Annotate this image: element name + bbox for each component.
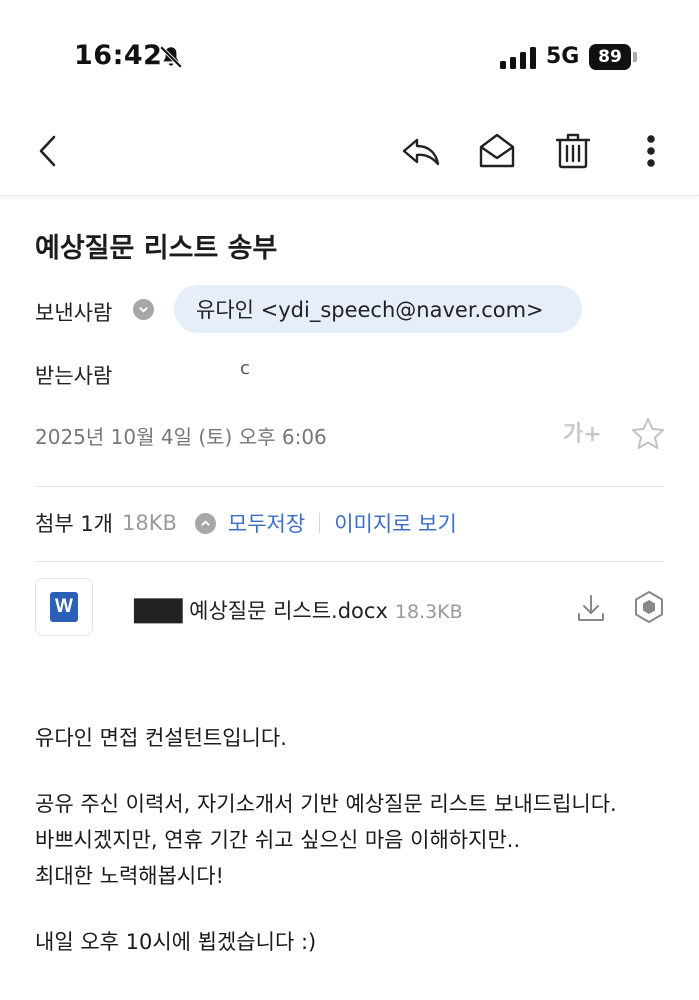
signal-icon — [500, 47, 536, 69]
attachment-file[interactable]: W ███ 예상질문 리스트.docx 18.3KB — [35, 578, 665, 638]
recipient-value[interactable]: c — [240, 358, 250, 379]
body-line: 유다인 면접 컨설턴트입니다. — [35, 726, 287, 750]
sender-chip[interactable]: 유다인 <ydi_speech@naver.com> — [174, 285, 582, 333]
attachment-file-size: 18.3KB — [394, 601, 463, 623]
view-as-image-link[interactable]: 이미지로 보기 — [334, 508, 457, 538]
download-button[interactable] — [575, 592, 607, 624]
mark-unread-button[interactable] — [474, 128, 520, 174]
divider — [35, 561, 664, 562]
body-line: 내일 오후 10시에 뵙겠습니다 :) — [35, 930, 317, 954]
body-line: 바쁘시겠지만, 연휴 기간 쉬고 싶으신 마음 이해하지만.. — [35, 828, 521, 852]
attachment-total-size: 18KB — [122, 511, 177, 535]
cloud-save-button[interactable] — [632, 590, 666, 624]
back-icon — [39, 135, 56, 167]
mail-body: 유다인 면접 컨설턴트입니다. 공유 주신 이력서, 자기소개서 기반 예상질문… — [35, 720, 675, 960]
word-file-icon: W — [35, 578, 93, 636]
back-button[interactable] — [26, 128, 72, 174]
mail-subject: 예상질문 리스트 송부 — [35, 233, 278, 264]
network-type: 5G — [546, 44, 580, 69]
download-icon — [578, 595, 604, 621]
body-line: 공유 주신 이력서, 자기소개서 기반 예상질문 리스트 보내드립니다. — [35, 792, 617, 816]
delete-button[interactable] — [550, 128, 596, 174]
attachment-expand-button[interactable] — [194, 512, 216, 534]
recipient-label: 받는사람 — [35, 364, 113, 388]
separator — [319, 513, 321, 533]
divider — [35, 486, 664, 487]
reply-icon — [402, 138, 440, 166]
chevron-up-icon — [201, 519, 210, 526]
cube-icon — [635, 591, 663, 623]
mail-date: 2025년 10월 4일 (토) 오후 6:06 — [35, 425, 327, 449]
status-bar: 16:42 5G 89 — [0, 0, 699, 100]
status-time: 16:42 — [74, 40, 163, 71]
attachment-header: 첨부 1개 18KB 모두저장 이미지로 보기 — [35, 508, 457, 538]
save-all-link[interactable]: 모두저장 — [228, 508, 305, 538]
chevron-down-icon — [139, 307, 148, 313]
font-size-button[interactable]: 가+ — [563, 416, 609, 452]
battery-icon: 89 — [589, 44, 631, 70]
star-icon — [632, 418, 664, 449]
attachment-count: 첨부 1개 — [35, 512, 113, 536]
more-icon — [647, 135, 655, 167]
more-button[interactable] — [628, 128, 674, 174]
body-line: 최대한 노력해봅시다! — [35, 864, 224, 888]
star-button[interactable] — [630, 416, 666, 452]
attachment-file-name[interactable]: ███ 예상질문 리스트.docx 18.3KB — [134, 595, 463, 625]
reply-button[interactable] — [398, 128, 444, 174]
sender-expand-button[interactable] — [133, 299, 154, 320]
battery-cap — [633, 52, 637, 62]
mark-unread-icon — [479, 133, 515, 168]
bell-muted-icon — [159, 45, 183, 69]
attachment-file-name-text: ███ 예상질문 리스트.docx — [134, 599, 388, 623]
sender-label: 보낸사람 — [35, 301, 113, 325]
mail-toolbar — [0, 100, 699, 196]
trash-icon — [555, 133, 591, 169]
